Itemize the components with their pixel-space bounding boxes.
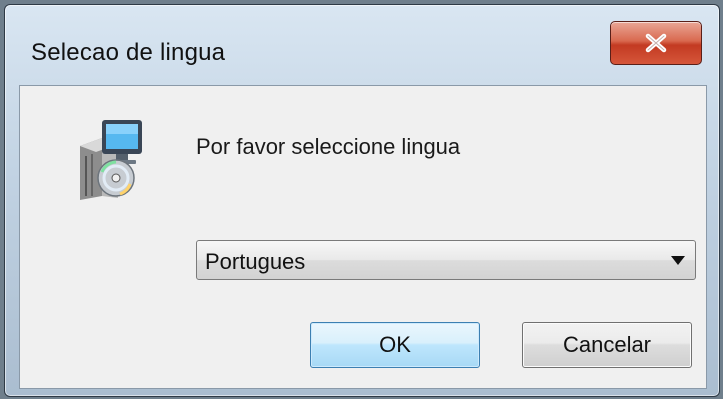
cancel-button[interactable]: Cancelar [522, 322, 692, 368]
chevron-down-icon [671, 256, 685, 265]
close-icon [644, 33, 668, 53]
language-select[interactable]: Portugues [196, 240, 696, 280]
window-title: Selecao de lingua [31, 39, 226, 66]
ok-button-label: OK [379, 332, 411, 357]
cancel-button-label: Cancelar [562, 332, 652, 357]
prompt-text: Por favor seleccione lingua [196, 134, 461, 159]
ok-button[interactable]: OK [310, 322, 480, 368]
close-button[interactable] [610, 21, 702, 65]
title-bar[interactable]: Selecao de lingua [5, 5, 719, 83]
dialog-window: Selecao de lingua Por favor seleccione l… [4, 4, 720, 397]
dialog-body: Por favor seleccione lingua Portugues OK… [19, 85, 707, 389]
language-select-value: Portugues [205, 249, 306, 274]
installer-icon [72, 116, 146, 200]
